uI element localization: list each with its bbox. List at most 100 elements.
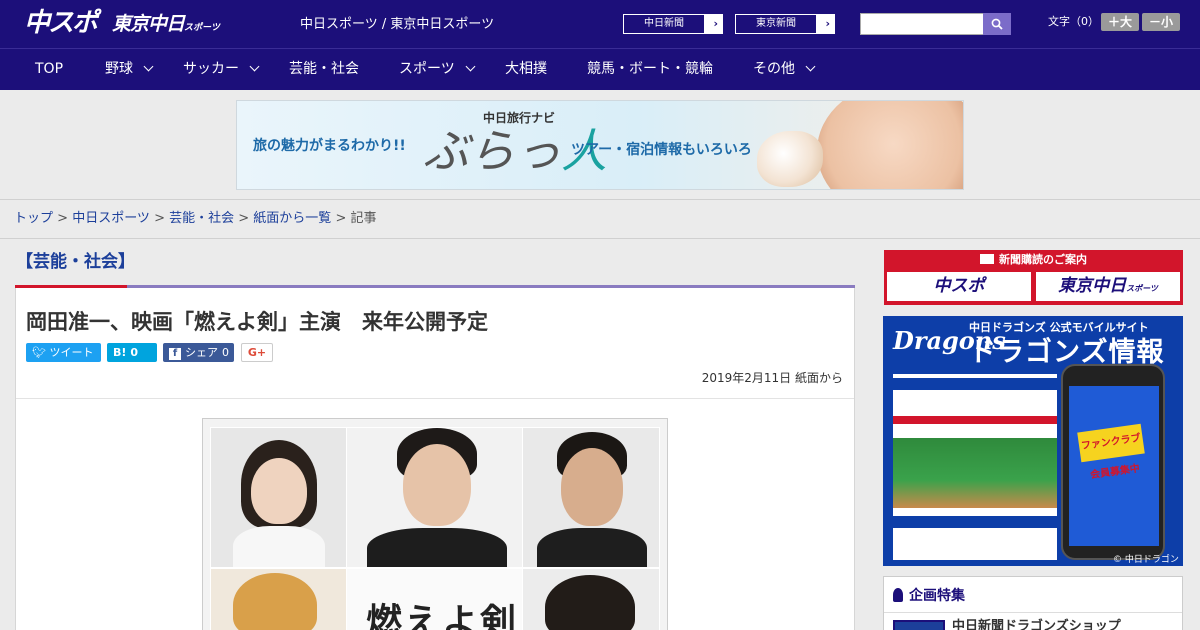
nav-label: スポーツ xyxy=(399,61,455,77)
search-button[interactable] xyxy=(983,13,1011,35)
feature-header-text: 企画特集 xyxy=(909,588,965,604)
chuspo-logo[interactable]: 中スポ xyxy=(24,8,98,38)
body-shape xyxy=(233,526,325,567)
hair-shape xyxy=(233,573,317,630)
card-accent-red xyxy=(15,285,127,288)
breadcrumb: トップ > 中日スポーツ > 芸能・社会 > 紙面から一覧 > 記事 xyxy=(14,210,377,228)
ad-model-image xyxy=(817,101,963,189)
scoreboard-menu-row xyxy=(893,516,1057,528)
travel-ad-banner[interactable]: 旅の魅力がまるわかり!! ぶらっ人 中日旅行ナビ ツアー・宿泊情報もいろいろ xyxy=(236,100,964,190)
baseball-field-image xyxy=(893,438,1057,508)
nav-label: その他 xyxy=(753,61,795,77)
facebook-icon: f xyxy=(169,348,181,360)
seashell-image xyxy=(757,131,823,187)
dragons-mobile-ad[interactable]: Dragons 中日ドラゴンズ 公式モバイルサイト ドラゴンズ情報 ファンクラブ… xyxy=(883,316,1183,566)
breadcrumb-chunichi-sports[interactable]: 中日スポーツ xyxy=(72,211,150,226)
subscribe-chuspo-label: 中スポ xyxy=(933,276,985,296)
tokyo-shimbun-link[interactable]: 東京新聞 › xyxy=(734,13,836,35)
subscribe-tokyo-small: スポーツ xyxy=(1126,284,1158,293)
newspaper-icon xyxy=(980,254,994,264)
card-accent-purple xyxy=(127,285,855,288)
feature-thumbnail[interactable] xyxy=(893,620,945,630)
nav-item-sumo[interactable]: 大相撲 xyxy=(505,49,547,91)
hatena-count: 0 xyxy=(130,346,139,359)
article-headline: 岡田准一、映画「燃えよ剣」主演 来年公開予定 xyxy=(26,310,488,334)
dragons-copyright: © 中日ドラゴンズ xyxy=(1113,555,1179,565)
facebook-share-button[interactable]: f シェア 0 xyxy=(163,343,234,362)
chevron-down-icon xyxy=(805,61,816,72)
ad-area: 旅の魅力がまるわかり!! ぶらっ人 中日旅行ナビ ツアー・宿泊情報もいろいろ xyxy=(0,90,1200,200)
chevron-down-icon xyxy=(143,61,154,72)
subscription-box: 新聞購読のご案内 中スポ 東京中日スポーツ xyxy=(884,250,1183,305)
subscribe-tokyo-label: 東京中日 xyxy=(1058,276,1127,296)
breadcrumb-sep: > xyxy=(331,211,351,226)
nav-label: 野球 xyxy=(105,61,133,77)
tokyo-shimbun-label: 東京新聞 xyxy=(735,14,817,34)
subscription-header: 新聞購読のご案内 xyxy=(884,250,1183,270)
breadcrumb-current: 記事 xyxy=(350,211,377,226)
breadcrumb-entertainment[interactable]: 芸能・社会 xyxy=(169,211,234,226)
nav-label: サッカー xyxy=(183,61,239,77)
article-category: 【芸能・社会】 xyxy=(16,252,135,272)
subscribe-tokyo-button[interactable]: 東京中日スポーツ xyxy=(1036,272,1180,301)
scoreboard-highlight-row xyxy=(893,416,1057,424)
face-shape xyxy=(561,448,623,526)
search-icon xyxy=(991,18,1003,30)
face-shape xyxy=(251,458,307,524)
cast-photo-2 xyxy=(347,428,522,567)
chevron-down-icon xyxy=(465,61,476,72)
chevron-right-icon: › xyxy=(825,17,830,30)
site-name: 中日スポーツ / 東京中日スポーツ xyxy=(300,17,495,32)
top-header: 中スポ 東京中日スポーツ 中日スポーツ / 東京中日スポーツ 中日新聞 › 東京… xyxy=(0,0,1200,48)
nav-item-top[interactable]: TOP xyxy=(35,49,63,91)
nav-item-racing[interactable]: 競馬・ボート・競輪 xyxy=(587,49,713,91)
font-larger-button[interactable]: ＋大 xyxy=(1101,13,1139,31)
tweet-label: ツイート xyxy=(49,346,94,359)
article-divider xyxy=(16,398,854,399)
cast-photo-4 xyxy=(211,569,346,630)
tokyo-chunichi-logo[interactable]: 東京中日スポーツ xyxy=(112,12,220,40)
tokyo-logo-small: スポーツ xyxy=(184,23,220,33)
nav-label: 芸能・社会 xyxy=(289,61,359,77)
facebook-count: 0 xyxy=(222,346,229,359)
nav-label: 大相撲 xyxy=(505,61,547,77)
movie-title: 燃えよ剣 xyxy=(366,601,519,630)
feature-item-link[interactable]: 中日新聞ドラゴンズショップ xyxy=(952,618,1121,630)
chunichi-shimbun-label: 中日新聞 xyxy=(623,14,705,34)
cast-photo-3 xyxy=(523,428,659,567)
nav-label: TOP xyxy=(35,61,64,77)
ad-brand: 中日旅行ナビ xyxy=(483,111,556,125)
subscribe-chuspo-button[interactable]: 中スポ xyxy=(887,272,1031,301)
ad-logo-a: ぶらっ xyxy=(423,124,561,178)
google-plus-button[interactable]: G+ xyxy=(241,343,273,362)
hatena-bookmark-button[interactable]: B! 0 xyxy=(107,343,157,362)
breadcrumb-divider xyxy=(0,238,1200,239)
nav-item-sports[interactable]: スポーツ xyxy=(399,49,476,91)
breadcrumb-sep: > xyxy=(149,211,170,226)
scoreboard-header-row xyxy=(893,378,1057,390)
nav-item-baseball[interactable]: 野球 xyxy=(105,49,154,91)
breadcrumb-paper-list[interactable]: 紙面から一覧 xyxy=(253,211,331,226)
twitter-icon: 🐦︎ xyxy=(32,346,50,359)
cast-photo-1 xyxy=(211,428,346,567)
breadcrumb-sep: > xyxy=(234,211,254,226)
nav-item-soccer[interactable]: サッカー xyxy=(183,49,260,91)
chunichi-shimbun-link[interactable]: 中日新聞 › xyxy=(622,13,724,35)
feature-header: 企画特集 xyxy=(893,586,965,606)
chevron-down-icon xyxy=(249,61,260,72)
feature-divider xyxy=(884,612,1182,613)
nav-label: 競馬・ボート・競輪 xyxy=(587,61,713,77)
cast-photo-5 xyxy=(523,569,659,630)
nav-item-entertainment[interactable]: 芸能・社会 xyxy=(289,49,359,91)
search-input[interactable] xyxy=(860,13,984,35)
hair-shape xyxy=(545,575,635,630)
hatena-label: B! xyxy=(113,346,127,359)
nav-item-other[interactable]: その他 xyxy=(753,49,816,91)
breadcrumb-top[interactable]: トップ xyxy=(14,211,53,226)
article-date: 2019年2月11日 紙面から xyxy=(701,371,843,385)
subscription-header-text: 新聞購読のご案内 xyxy=(999,253,1087,266)
ad-left-text: 旅の魅力がまるわかり!! xyxy=(253,138,406,154)
font-smaller-button[interactable]: －小 xyxy=(1142,13,1180,31)
ad-right-text: ツアー・宿泊情報もいろいろ xyxy=(571,142,752,158)
tweet-button[interactable]: 🐦︎ ツイート xyxy=(26,343,101,362)
